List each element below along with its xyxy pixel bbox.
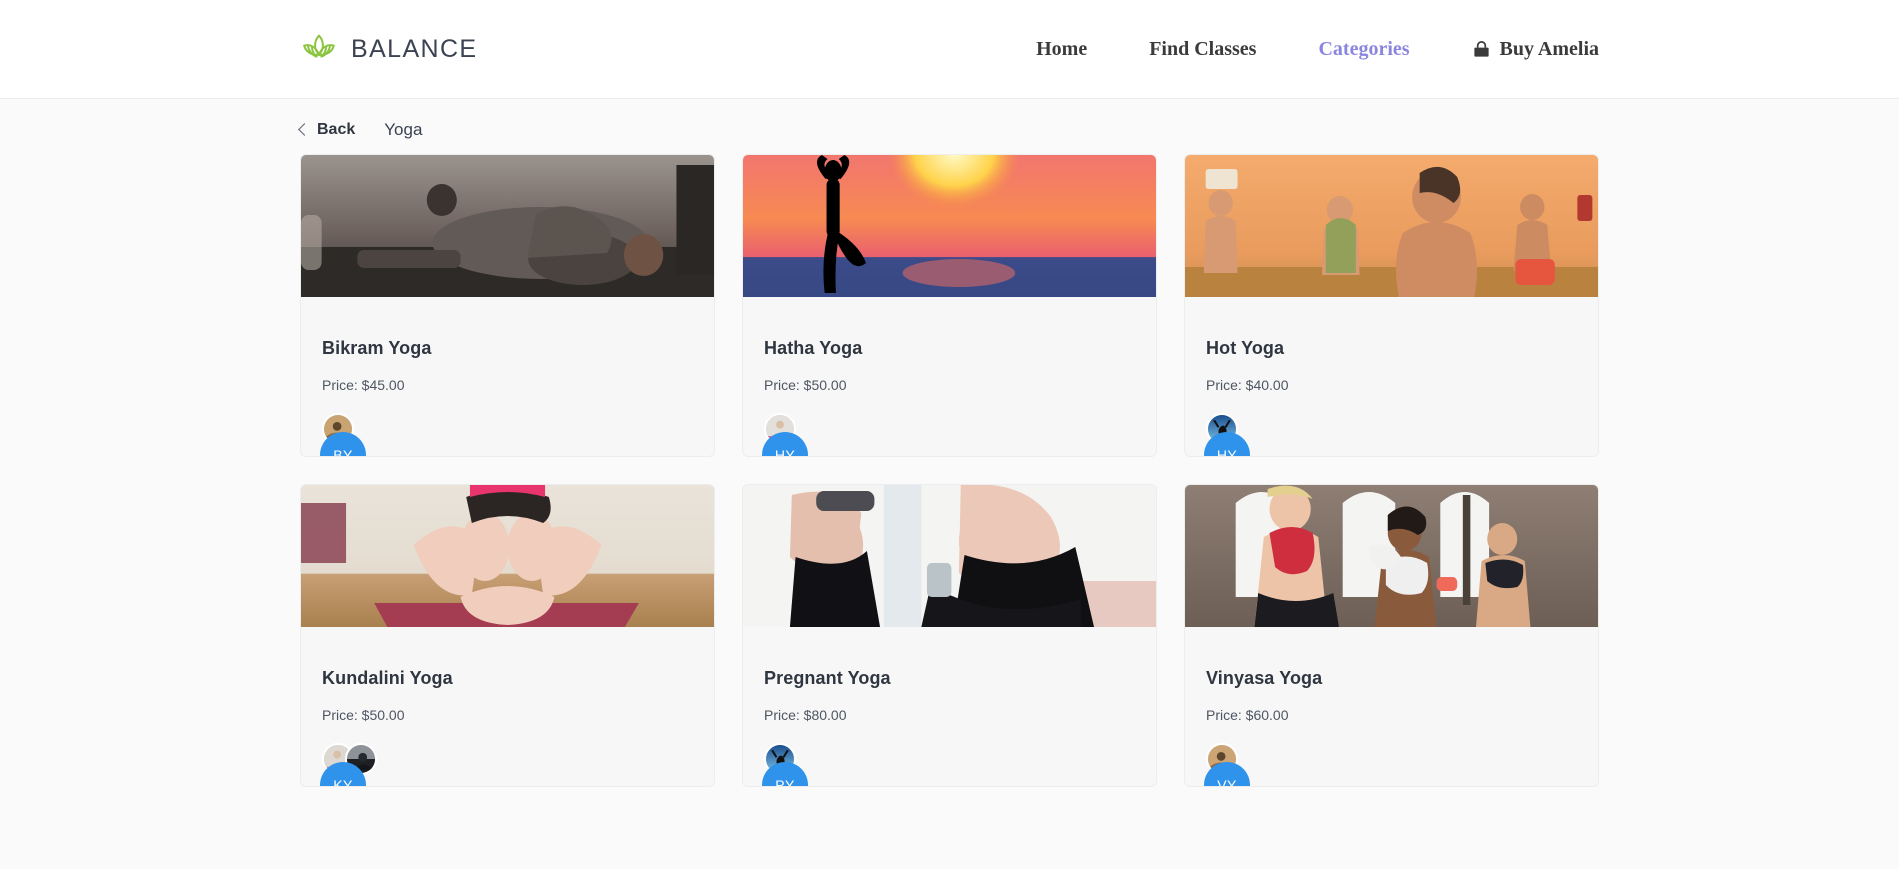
class-card-body: Bikram Yoga Price: $45.00 (301, 297, 714, 456)
class-card-price: Price: $60.00 (1206, 707, 1289, 723)
back-button[interactable]: Back (298, 121, 356, 139)
nav-item-buy-amelia-label: Buy Amelia (1499, 38, 1599, 60)
instructor-avatar-row (322, 413, 693, 445)
instructor-avatar-row (1206, 743, 1577, 775)
instructor-avatar-row (1206, 413, 1577, 445)
class-card-title: Hot Yoga (1206, 338, 1285, 358)
class-card[interactable]: VY Vinyasa Yoga Price: $60.00 (1184, 484, 1599, 787)
class-card-body: Vinyasa Yoga Price: $60.00 (1185, 627, 1598, 786)
class-card-body: Pregnant Yoga Price: $80.00 (743, 627, 1156, 786)
instructor-avatar-row (764, 743, 1135, 775)
breadcrumb-current-category: Yoga (384, 120, 423, 139)
site-header: BALANCE Home Find Classes Categories Buy… (0, 0, 1899, 99)
class-card-title: Pregnant Yoga (764, 668, 891, 688)
nav-item-categories[interactable]: Categories (1287, 39, 1440, 59)
class-card-title: Vinyasa Yoga (1206, 668, 1323, 688)
class-card-price: Price: $50.00 (322, 707, 405, 723)
class-card-image (1185, 485, 1598, 627)
brand-name: BALANCE (351, 34, 478, 63)
class-card-price: Price: $50.00 (764, 377, 847, 393)
class-card-title: Hatha Yoga (764, 338, 863, 358)
chevron-left-icon (298, 123, 311, 136)
class-card-price: Price: $80.00 (764, 707, 847, 723)
class-card-price: Price: $40.00 (1206, 377, 1289, 393)
nav-item-find-classes[interactable]: Find Classes (1118, 39, 1287, 59)
class-card[interactable]: PY Pregnant Yoga Price: $80.00 (742, 484, 1157, 787)
shopping-bag-icon (1472, 40, 1491, 59)
content-area: Back Yoga BY Bikram Yoga Price: $45.00 H… (0, 99, 1899, 827)
instructor-avatar-row (322, 743, 693, 775)
class-card-image (301, 485, 714, 627)
class-card-image (301, 155, 714, 297)
class-card[interactable]: BY Bikram Yoga Price: $45.00 (300, 154, 715, 457)
class-card-title: Bikram Yoga (322, 338, 432, 358)
class-card[interactable]: HY Hot Yoga Price: $40.00 (1184, 154, 1599, 457)
class-card[interactable]: HY Hatha Yoga Price: $50.00 (742, 154, 1157, 457)
nav-item-home[interactable]: Home (1005, 39, 1118, 59)
class-card-body: Kundalini Yoga Price: $50.00 (301, 627, 714, 786)
class-card-image (743, 155, 1156, 297)
class-card-body: Hot Yoga Price: $40.00 (1185, 297, 1598, 456)
class-card-body: Hatha Yoga Price: $50.00 (743, 297, 1156, 456)
class-card-image (1185, 155, 1598, 297)
class-card-image (743, 485, 1156, 627)
lotus-leaf-icon (300, 31, 338, 67)
class-card-title: Kundalini Yoga (322, 668, 453, 688)
class-card-price: Price: $45.00 (322, 377, 405, 393)
class-card[interactable]: KY Kundalini Yoga Price: $50.00 (300, 484, 715, 787)
instructor-avatar-row (764, 413, 1135, 445)
back-button-label: Back (317, 121, 356, 138)
breadcrumb: Back Yoga (298, 99, 1599, 154)
nav-item-buy-amelia[interactable]: Buy Amelia (1441, 39, 1599, 59)
class-card-grid: BY Bikram Yoga Price: $45.00 HY Hatha Yo… (300, 154, 1599, 827)
brand-logo-link[interactable]: BALANCE (300, 31, 478, 67)
main-navigation: Home Find Classes Categories Buy Amelia (1005, 39, 1599, 59)
